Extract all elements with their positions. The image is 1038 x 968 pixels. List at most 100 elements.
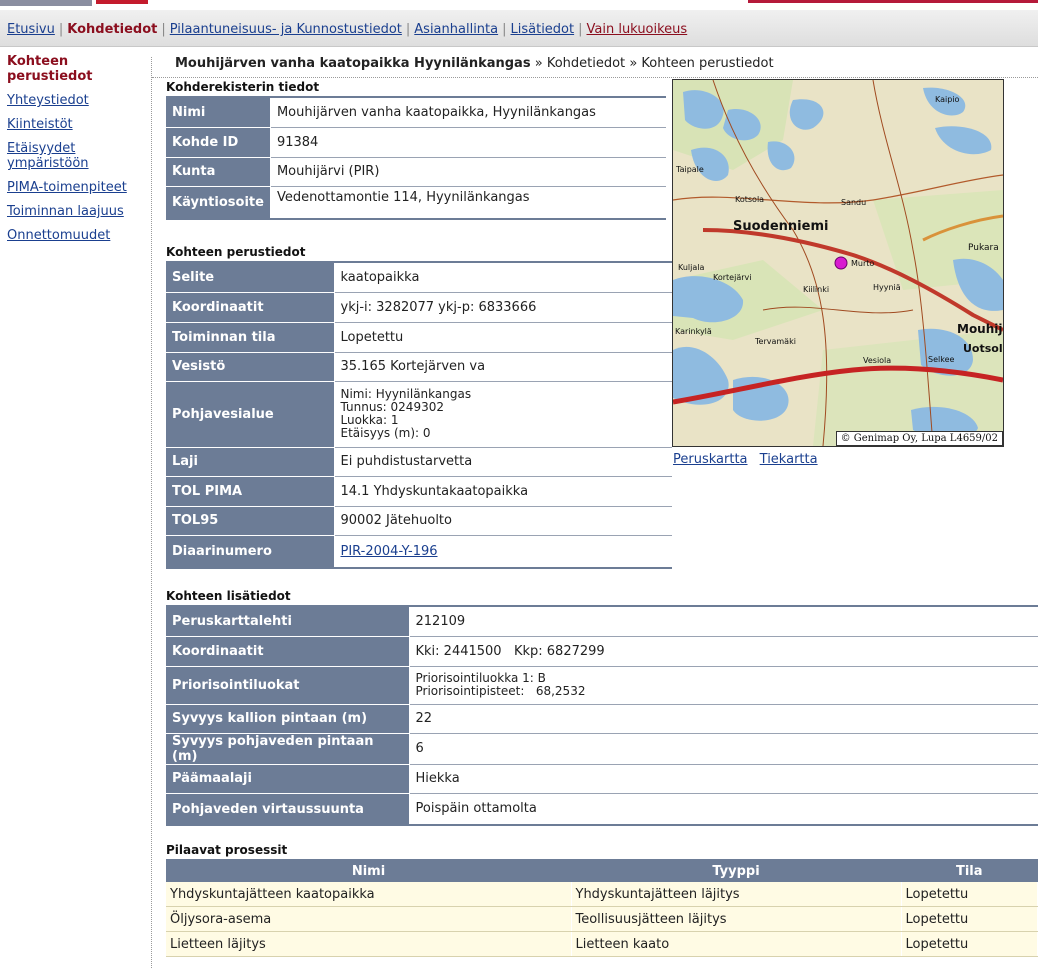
basic-value: 35.165 Kortejärven va (334, 352, 672, 382)
basic-value: PIR-2004-Y-196 (334, 535, 672, 569)
basic-value: kaatopaikka (334, 263, 672, 293)
nav-separator: | (405, 22, 411, 37)
groundwater-distance: Etäisyys (m): 0 (340, 426, 431, 440)
processes-header-row: Nimi Tyyppi Tila (166, 861, 1038, 882)
nav-pilaantuneisuus[interactable]: Pilaantuneisuus- ja Kunnostustiedot (170, 22, 402, 37)
sidebar-item-pima-toimenpiteet[interactable]: PIMA-toimenpiteet (7, 180, 147, 195)
basic-value: 14.1 Yhdyskuntakaatopaikka (334, 476, 672, 507)
process-type: Lietteen kaato (571, 931, 902, 957)
sidebar-divider (151, 57, 152, 968)
extra-label: Koordinaatit (166, 636, 410, 667)
table-row: Öljysora-asema Teollisuusjätteen läjitys… (166, 906, 1038, 932)
top-nav: Etusivu | Kohdetiedot | Pilaantuneisuus- ja … (0, 10, 1038, 47)
top-header-strip (0, 0, 1038, 10)
sidebar-item-kohteen-perustiedot[interactable]: Kohteen perustiedot (7, 54, 97, 84)
basic-row: TOL95 90002 Jätehuolto (166, 506, 672, 536)
register-row: Kunta Mouhijärvi (PIR) (166, 157, 666, 187)
register-value: Mouhijärven vanha kaatopaikka, Hyynilänk… (270, 98, 666, 128)
basic-row: Laji Ei puhdistustarvetta (166, 447, 672, 477)
groundwater-area-value: Nimi: Hyynilänkangas Tunnus: 0249302 Luo… (334, 381, 672, 448)
extra-value: Kki: 2441500 Kkp: 6827299 (409, 636, 1038, 667)
extra-label: Syvyys pohjaveden pintaan (m) (166, 733, 410, 765)
nav-links: Etusivu | Kohdetiedot | Pilaantuneisuus- ja … (7, 22, 687, 37)
diaarinumero-link[interactable]: PIR-2004-Y-196 (341, 544, 438, 559)
breadcrumb-site: Mouhijärven vanha kaatopaikka Hyynilänka… (175, 56, 531, 71)
sidebar-item-etaisyydet[interactable]: Etäisyydet ympäristöön (7, 141, 117, 171)
extra-value: Poispäin ottamolta (409, 793, 1038, 826)
header-logo-block (0, 0, 92, 6)
sidebar-item-toiminnan-laajuus[interactable]: Toiminnan laajuus (7, 204, 147, 219)
map-label: Tervamäki (754, 337, 796, 346)
basic-row: Selite kaatopaikka (166, 263, 672, 293)
map-label: Kiilinki (803, 285, 829, 294)
map-copyright: © Genimap Oy, Lupa L4659/02 (835, 431, 1003, 446)
basic-row: Vesistö 35.165 Kortejärven va (166, 352, 672, 382)
extra-label: Syvyys kallion pintaan (m) (166, 704, 410, 734)
processes-header: Tila (901, 861, 1038, 882)
map-label: Karinkylä (675, 327, 712, 336)
location-map[interactable]: Suodenniemi Mouhijä Uotsola Kaipio Taipa… (672, 79, 1004, 447)
process-name: Öljysora-asema (166, 906, 572, 932)
register-value: Mouhijärvi (PIR) (270, 157, 666, 187)
sidebar-item-onnettomuudet[interactable]: Onnettomuudet (7, 228, 147, 243)
breadcrumb-sep: » (534, 56, 543, 71)
nav-kohdetiedot[interactable]: Kohdetiedot (67, 22, 157, 37)
nav-asianhallinta[interactable]: Asianhallinta (414, 22, 498, 37)
basic-label: Toiminnan tila (166, 322, 335, 353)
process-type: Teollisuusjätteen läjitys (571, 906, 902, 932)
extra-label: Päämaalaji (166, 764, 410, 794)
breadcrumb: Mouhijärven vanha kaatopaikka Hyynilänka… (175, 56, 774, 71)
nav-lisatiedot[interactable]: Lisätiedot (511, 22, 575, 37)
nav-separator: | (58, 22, 64, 37)
map-label: Kuljala (678, 263, 704, 272)
map-link-tiekartta[interactable]: Tiekartta (760, 452, 818, 467)
basic-label: Vesistö (166, 352, 335, 382)
nav-separator: | (502, 22, 507, 37)
basic-row: TOL PIMA 14.1 Yhdyskuntakaatopaikka (166, 476, 672, 507)
register-row: Käyntiosoite Vedenottamontie 114, Hyynil… (166, 186, 666, 220)
register-label: Käyntiosoite (166, 186, 271, 220)
register-row: Kohde ID 91384 (166, 127, 666, 158)
table-row: Yhdyskuntajätteen kaatopaikka Yhdyskunta… (166, 882, 1038, 907)
register-title: Kohderekisterin tiedot (166, 80, 320, 94)
extra-value: 212109 (409, 607, 1038, 637)
basic-label: Selite (166, 263, 335, 293)
extra-value: Hiekka (409, 764, 1038, 794)
map-label: Suodenniemi (733, 219, 828, 234)
sidebar-item-yhteystiedot[interactable]: Yhteystiedot (7, 93, 147, 108)
extra-row: Päämaalaji Hiekka (166, 764, 1038, 794)
basic-row: Pohjavesialue Nimi: Hyynilänkangas Tunnu… (166, 381, 672, 448)
extra-row: Peruskarttalehti 212109 (166, 607, 1038, 637)
extra-row: Syvyys kallion pintaan (m) 22 (166, 704, 1038, 734)
register-label: Nimi (166, 98, 271, 128)
extra-label: Priorisointiluokat (166, 666, 410, 705)
map-label: Pukara (968, 243, 999, 253)
sidebar-item-kiinteistot[interactable]: Kiinteistöt (7, 117, 147, 132)
map-links: Peruskartta Tiekartta (673, 452, 826, 467)
map-link-peruskartta[interactable]: Peruskartta (673, 452, 748, 467)
extra-title: Kohteen lisätiedot (166, 589, 291, 603)
register-value: 91384 (270, 127, 666, 158)
register-label: Kohde ID (166, 127, 271, 158)
map-label: Taipale (675, 165, 704, 174)
process-status: Lopetettu (901, 882, 1038, 907)
register-label: Kunta (166, 157, 271, 187)
basic-label: Diaarinumero (166, 535, 335, 569)
processes-header: Nimi (166, 861, 571, 882)
extra-row: Priorisointiluokat Priorisointiluokka 1:… (166, 666, 1038, 705)
map-label: Uotsola (963, 342, 1003, 355)
nav-vain-lukuoikeus[interactable]: Vain lukuoikeus (587, 22, 688, 37)
breadcrumb-level2: Kohteen perustiedot (641, 56, 774, 71)
breadcrumb-sep: » (629, 56, 638, 71)
basic-label: Laji (166, 447, 335, 477)
extra-table: Peruskarttalehti 212109 Koordinaatit Kki… (166, 607, 1038, 826)
nav-etusivu[interactable]: Etusivu (7, 22, 55, 37)
process-name: Yhdyskuntajätteen kaatopaikka (166, 882, 572, 907)
breadcrumb-divider (152, 77, 1038, 78)
extra-value: 6 (409, 733, 1038, 765)
process-status: Lopetettu (901, 931, 1038, 957)
nav-separator: | (578, 22, 583, 37)
map-label: Kotsola (735, 195, 764, 204)
priority-value: Priorisointiluokka 1: B Priorisointipiste… (409, 666, 1038, 705)
map-label: Mouhijä (957, 322, 1003, 336)
